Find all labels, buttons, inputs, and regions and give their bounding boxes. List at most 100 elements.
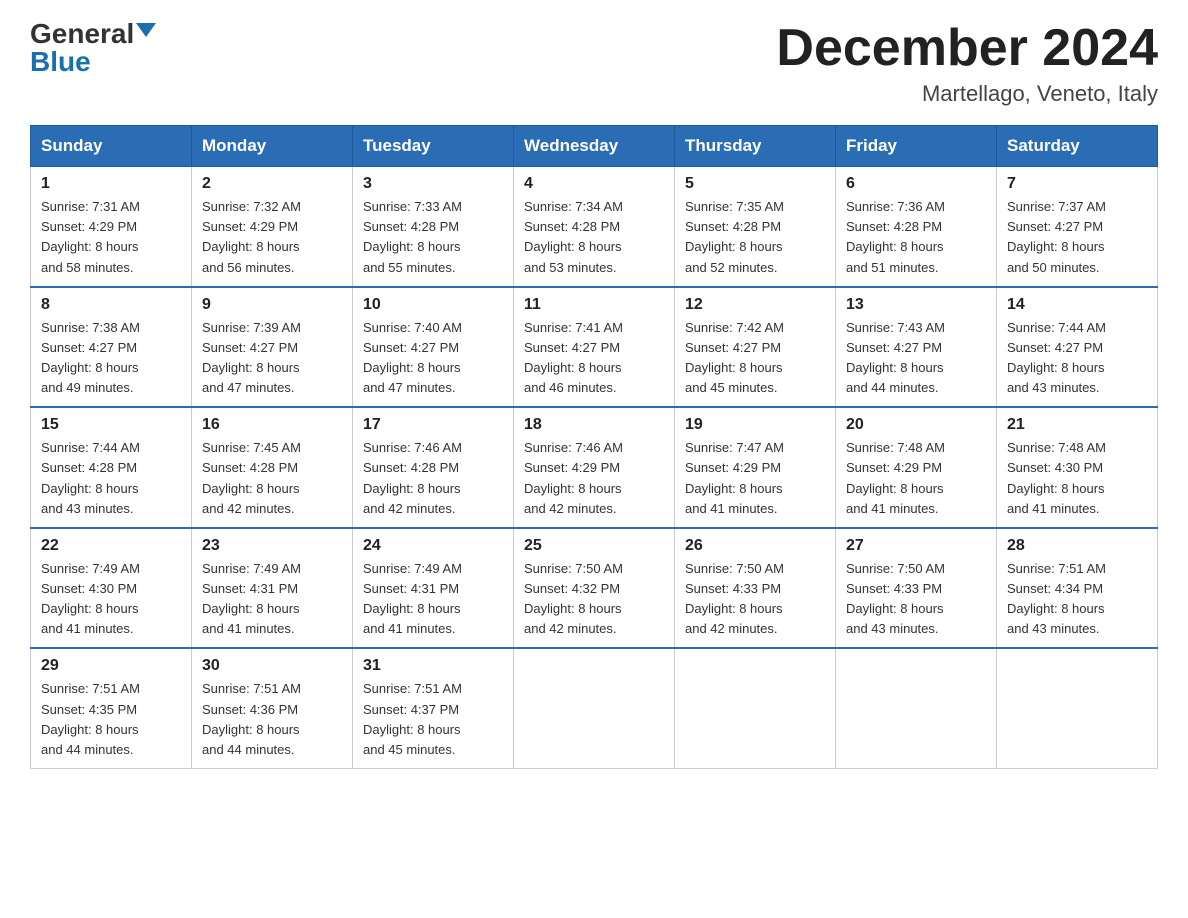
calendar-cell: 11 Sunrise: 7:41 AM Sunset: 4:27 PM Dayli…: [514, 287, 675, 408]
calendar-cell: 20 Sunrise: 7:48 AM Sunset: 4:29 PM Dayli…: [836, 407, 997, 528]
day-info: Sunrise: 7:33 AM Sunset: 4:28 PM Dayligh…: [363, 197, 503, 278]
day-number: 30: [202, 657, 342, 675]
calendar-cell: 29Sunrise: 7:51 AM Sunset: 4:35 PM Dayli…: [31, 648, 192, 768]
logo-general: General: [30, 20, 134, 48]
weekday-header-sunday: Sunday: [31, 126, 192, 167]
weekday-header-wednesday: Wednesday: [514, 126, 675, 167]
title-block: December 2024 Martellago, Veneto, Italy: [776, 20, 1158, 107]
day-info: Sunrise: 7:32 AM Sunset: 4:29 PM Dayligh…: [202, 197, 342, 278]
day-number: 20: [846, 416, 986, 434]
calendar-week-row: 15 Sunrise: 7:44 AM Sunset: 4:28 PM Dayli…: [31, 407, 1158, 528]
calendar-cell: 13Sunrise: 7:43 AM Sunset: 4:27 PM Dayli…: [836, 287, 997, 408]
day-info: Sunrise: 7:50 AM Sunset: 4:32 PM Dayligh…: [524, 559, 664, 640]
day-number: 15: [41, 416, 181, 434]
day-number: 19: [685, 416, 825, 434]
day-number: 3: [363, 175, 503, 193]
calendar-cell: 21 Sunrise: 7:48 AM Sunset: 4:30 PM Dayli…: [997, 407, 1158, 528]
day-info: Sunrise: 7:40 AM Sunset: 4:27 PM Dayligh…: [363, 318, 503, 399]
day-info: Sunrise: 7:35 AM Sunset: 4:28 PM Dayligh…: [685, 197, 825, 278]
day-number: 31: [363, 657, 503, 675]
day-number: 26: [685, 537, 825, 555]
day-info: Sunrise: 7:36 AM Sunset: 4:28 PM Dayligh…: [846, 197, 986, 278]
calendar-cell: 18 Sunrise: 7:46 AM Sunset: 4:29 PM Dayli…: [514, 407, 675, 528]
calendar-cell: [836, 648, 997, 768]
day-info: Sunrise: 7:41 AM Sunset: 4:27 PM Dayligh…: [524, 318, 664, 399]
calendar-cell: 10 Sunrise: 7:40 AM Sunset: 4:27 PM Dayli…: [353, 287, 514, 408]
day-number: 5: [685, 175, 825, 193]
calendar-cell: 4Sunrise: 7:34 AM Sunset: 4:28 PM Daylig…: [514, 167, 675, 287]
calendar-week-row: 8 Sunrise: 7:38 AM Sunset: 4:27 PM Daylig…: [31, 287, 1158, 408]
calendar-cell: 19Sunrise: 7:47 AM Sunset: 4:29 PM Dayli…: [675, 407, 836, 528]
day-info: Sunrise: 7:51 AM Sunset: 4:35 PM Dayligh…: [41, 679, 181, 760]
logo: General Blue: [30, 20, 156, 76]
day-number: 27: [846, 537, 986, 555]
day-info: Sunrise: 7:49 AM Sunset: 4:31 PM Dayligh…: [363, 559, 503, 640]
calendar-week-row: 1 Sunrise: 7:31 AM Sunset: 4:29 PM Daylig…: [31, 167, 1158, 287]
day-info: Sunrise: 7:50 AM Sunset: 4:33 PM Dayligh…: [846, 559, 986, 640]
header: General Blue December 2024 Martellago, V…: [30, 20, 1158, 107]
calendar-cell: 1 Sunrise: 7:31 AM Sunset: 4:29 PM Daylig…: [31, 167, 192, 287]
calendar-cell: 28 Sunrise: 7:51 AM Sunset: 4:34 PM Dayli…: [997, 528, 1158, 649]
day-info: Sunrise: 7:51 AM Sunset: 4:37 PM Dayligh…: [363, 679, 503, 760]
calendar-cell: 12 Sunrise: 7:42 AM Sunset: 4:27 PM Dayli…: [675, 287, 836, 408]
day-number: 13: [846, 296, 986, 314]
day-number: 17: [363, 416, 503, 434]
day-info: Sunrise: 7:49 AM Sunset: 4:31 PM Dayligh…: [202, 559, 342, 640]
day-number: 22: [41, 537, 181, 555]
weekday-header-tuesday: Tuesday: [353, 126, 514, 167]
calendar-cell: [514, 648, 675, 768]
calendar-cell: 8 Sunrise: 7:38 AM Sunset: 4:27 PM Daylig…: [31, 287, 192, 408]
day-number: 11: [524, 296, 664, 314]
calendar-cell: 17Sunrise: 7:46 AM Sunset: 4:28 PM Dayli…: [353, 407, 514, 528]
calendar-cell: [997, 648, 1158, 768]
calendar-cell: 30Sunrise: 7:51 AM Sunset: 4:36 PM Dayli…: [192, 648, 353, 768]
day-number: 7: [1007, 175, 1147, 193]
day-info: Sunrise: 7:46 AM Sunset: 4:29 PM Dayligh…: [524, 438, 664, 519]
day-number: 10: [363, 296, 503, 314]
calendar-cell: 14Sunrise: 7:44 AM Sunset: 4:27 PM Dayli…: [997, 287, 1158, 408]
calendar-cell: 27 Sunrise: 7:50 AM Sunset: 4:33 PM Dayli…: [836, 528, 997, 649]
day-info: Sunrise: 7:48 AM Sunset: 4:29 PM Dayligh…: [846, 438, 986, 519]
day-number: 8: [41, 296, 181, 314]
day-info: Sunrise: 7:50 AM Sunset: 4:33 PM Dayligh…: [685, 559, 825, 640]
location-title: Martellago, Veneto, Italy: [776, 81, 1158, 107]
calendar-cell: 25 Sunrise: 7:50 AM Sunset: 4:32 PM Dayli…: [514, 528, 675, 649]
day-number: 12: [685, 296, 825, 314]
logo-triangle-icon: [136, 23, 156, 37]
day-info: Sunrise: 7:45 AM Sunset: 4:28 PM Dayligh…: [202, 438, 342, 519]
calendar-cell: 9Sunrise: 7:39 AM Sunset: 4:27 PM Daylig…: [192, 287, 353, 408]
calendar-week-row: 29Sunrise: 7:51 AM Sunset: 4:35 PM Dayli…: [31, 648, 1158, 768]
day-number: 21: [1007, 416, 1147, 434]
day-info: Sunrise: 7:44 AM Sunset: 4:28 PM Dayligh…: [41, 438, 181, 519]
day-number: 16: [202, 416, 342, 434]
weekday-header-saturday: Saturday: [997, 126, 1158, 167]
day-number: 9: [202, 296, 342, 314]
logo-blue: Blue: [30, 48, 91, 76]
calendar-cell: 7 Sunrise: 7:37 AM Sunset: 4:27 PM Daylig…: [997, 167, 1158, 287]
month-title: December 2024: [776, 20, 1158, 77]
calendar-cell: 15 Sunrise: 7:44 AM Sunset: 4:28 PM Dayli…: [31, 407, 192, 528]
calendar-cell: 3 Sunrise: 7:33 AM Sunset: 4:28 PM Daylig…: [353, 167, 514, 287]
calendar-cell: 16 Sunrise: 7:45 AM Sunset: 4:28 PM Dayli…: [192, 407, 353, 528]
day-number: 1: [41, 175, 181, 193]
day-info: Sunrise: 7:42 AM Sunset: 4:27 PM Dayligh…: [685, 318, 825, 399]
day-info: Sunrise: 7:37 AM Sunset: 4:27 PM Dayligh…: [1007, 197, 1147, 278]
calendar-cell: 31 Sunrise: 7:51 AM Sunset: 4:37 PM Dayli…: [353, 648, 514, 768]
calendar-cell: 26 Sunrise: 7:50 AM Sunset: 4:33 PM Dayli…: [675, 528, 836, 649]
day-info: Sunrise: 7:48 AM Sunset: 4:30 PM Dayligh…: [1007, 438, 1147, 519]
calendar-cell: 22Sunrise: 7:49 AM Sunset: 4:30 PM Dayli…: [31, 528, 192, 649]
calendar-cell: 23 Sunrise: 7:49 AM Sunset: 4:31 PM Dayli…: [192, 528, 353, 649]
weekday-header-thursday: Thursday: [675, 126, 836, 167]
day-info: Sunrise: 7:44 AM Sunset: 4:27 PM Dayligh…: [1007, 318, 1147, 399]
day-info: Sunrise: 7:51 AM Sunset: 4:34 PM Dayligh…: [1007, 559, 1147, 640]
day-number: 28: [1007, 537, 1147, 555]
day-number: 25: [524, 537, 664, 555]
day-info: Sunrise: 7:38 AM Sunset: 4:27 PM Dayligh…: [41, 318, 181, 399]
calendar-week-row: 22Sunrise: 7:49 AM Sunset: 4:30 PM Dayli…: [31, 528, 1158, 649]
day-info: Sunrise: 7:31 AM Sunset: 4:29 PM Dayligh…: [41, 197, 181, 278]
day-number: 18: [524, 416, 664, 434]
calendar-cell: 5 Sunrise: 7:35 AM Sunset: 4:28 PM Daylig…: [675, 167, 836, 287]
day-info: Sunrise: 7:34 AM Sunset: 4:28 PM Dayligh…: [524, 197, 664, 278]
day-number: 6: [846, 175, 986, 193]
day-number: 23: [202, 537, 342, 555]
